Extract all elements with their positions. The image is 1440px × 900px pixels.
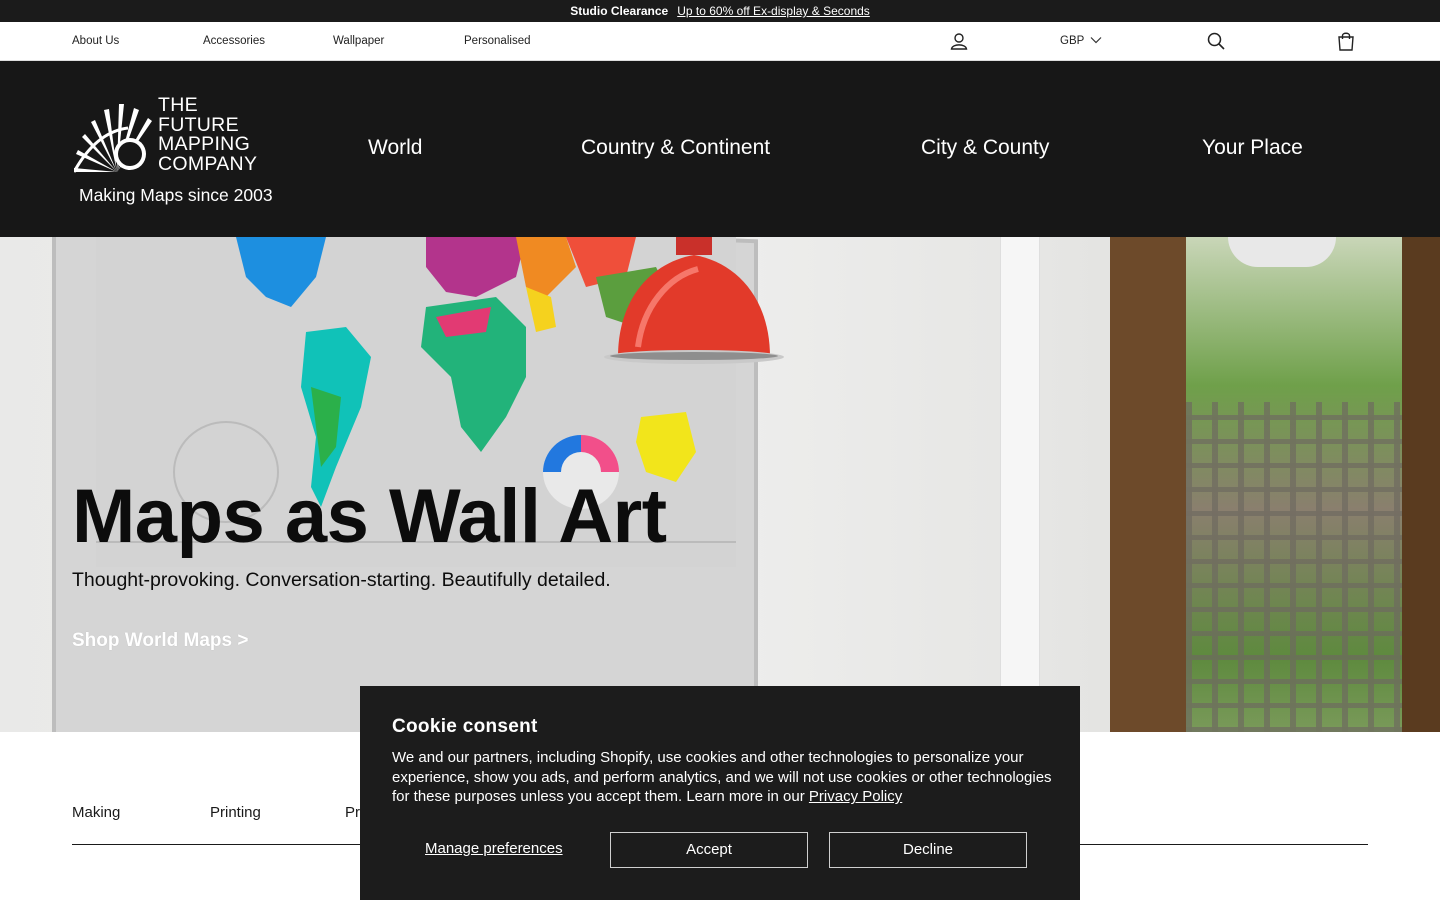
shop-world-maps-link[interactable]: Shop World Maps > <box>72 630 248 652</box>
bag-icon[interactable] <box>1336 31 1356 51</box>
account-icon[interactable] <box>949 31 969 51</box>
nav-accessories[interactable]: Accessories <box>203 22 265 61</box>
announcement-title: Studio Clearance <box>570 4 669 18</box>
hero-window-edge <box>1402 237 1440 732</box>
nav-country-continent[interactable]: Country & Continent <box>581 136 770 160</box>
hero-garden-fence <box>1186 402 1402 732</box>
chevron-down-icon <box>1090 22 1102 61</box>
decline-button[interactable]: Decline <box>829 832 1027 868</box>
main-header: THE FUTURE MAPPING COMPANY Making Maps s… <box>0 61 1440 237</box>
cookie-message: We and our partners, including Shopify, … <box>392 748 1052 807</box>
hero-title: Maps as Wall Art <box>72 474 667 559</box>
privacy-policy-link[interactable]: Privacy Policy <box>809 788 902 805</box>
nav-world[interactable]: World <box>368 136 422 160</box>
manage-preferences-link[interactable]: Manage preferences <box>425 840 563 857</box>
announcement-bar: Studio Clearance Up to 60% off Ex-displa… <box>0 0 1440 22</box>
nav-about-us[interactable]: About Us <box>72 22 119 61</box>
hero-white-pendant-lamp <box>1228 237 1336 267</box>
nav-city-county[interactable]: City & County <box>921 136 1049 160</box>
tab-making[interactable]: Making <box>72 804 120 821</box>
nav-personalised[interactable]: Personalised <box>464 22 530 61</box>
sunburst-logo-icon <box>72 104 152 173</box>
search-icon[interactable] <box>1206 31 1226 51</box>
announcement-link[interactable]: Up to 60% off Ex-display & Seconds <box>677 4 870 18</box>
hero-banner: Maps as Wall Art Thought-provoking. Conv… <box>0 237 1440 732</box>
currency-selector[interactable]: GBP <box>1060 22 1102 61</box>
nav-your-place[interactable]: Your Place <box>1202 136 1303 160</box>
brand-tagline: Making Maps since 2003 <box>79 185 273 205</box>
cookie-title: Cookie consent <box>392 716 538 737</box>
tab-printing[interactable]: Printing <box>210 804 261 821</box>
cookie-message-text: We and our partners, including Shopify, … <box>392 749 1052 806</box>
cookie-consent-dialog: Cookie consent We and our partners, incl… <box>360 686 1080 900</box>
hero-red-pendant-lamp <box>604 237 784 364</box>
currency-label: GBP <box>1060 35 1085 47</box>
utility-bar: About Us Accessories Wallpaper Personali… <box>0 22 1440 61</box>
hero-subtitle: Thought-provoking. Conversation-starting… <box>72 569 611 591</box>
logo-wordmark: THE FUTURE MAPPING COMPANY <box>158 94 258 175</box>
hero-wall-trim <box>1000 237 1040 732</box>
accept-button[interactable]: Accept <box>610 832 808 868</box>
nav-wallpaper[interactable]: Wallpaper <box>333 22 384 61</box>
